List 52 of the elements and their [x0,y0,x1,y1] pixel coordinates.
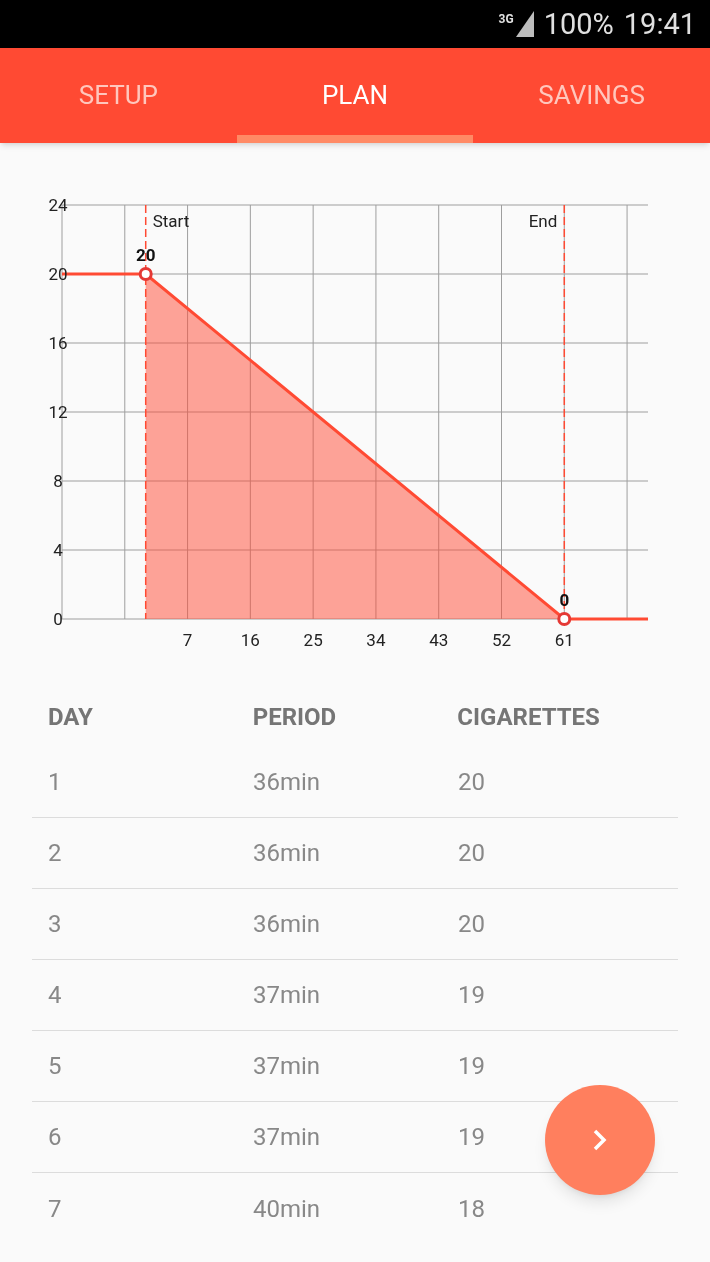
column-header: CIGARETTES [457,702,601,733]
x-tick-label: 34 [366,630,386,650]
data-point [557,612,572,626]
table-cell-text: 20 [458,838,485,869]
clock: 19:41 [623,9,696,39]
point-label: 20 [135,245,156,265]
x-tick-label: 7 [182,630,193,650]
table-cell-text: 40min [253,1193,322,1225]
column-header: PERIOD [252,702,338,733]
tab[interactable]: SETUP [0,48,237,143]
marker-label: Start [152,211,190,231]
column-header: DAY [48,702,94,733]
x-tick-label: 16 [240,630,260,650]
table-cell-text: 2 [48,838,63,869]
marker-label: End [528,211,558,231]
table-cell-text: 19 [458,1122,485,1153]
x-tick-label: 61 [554,630,574,650]
x-tick-label: 25 [303,630,323,650]
table-cell-text: 36min [253,838,322,869]
tab[interactable]: PLAN [236,48,474,143]
table-cell-text: 37min [253,980,322,1011]
table-cell-text: 3 [48,909,63,940]
table-cell-text: 5 [48,1051,63,1082]
table-cell-text: 36min [253,767,322,798]
x-tick-label: 43 [429,630,449,650]
y-tick-label: 20 [48,264,68,284]
data-point [138,267,153,281]
table-cell-text: 18 [458,1193,485,1225]
table-cell-text: 20 [458,909,485,940]
y-tick-label: 16 [48,333,68,353]
table-cell-text: 19 [458,980,485,1011]
network-label: 3G [498,13,514,25]
chevron-right-icon [593,1129,607,1151]
y-tick-label: 12 [48,402,68,422]
table-cell-text: 4 [48,980,63,1011]
y-tick-label: 24 [48,195,68,215]
y-tick-label: 8 [53,471,63,491]
table-cell-text: 37min [253,1051,322,1082]
table-cell-text: 36min [253,909,322,940]
y-tick-label: 0 [53,609,63,629]
table-cell-text: 20 [458,767,485,798]
tab[interactable]: SAVINGS [473,48,710,143]
signal-icon [515,11,534,37]
x-tick-label: 52 [491,630,512,650]
table-cell-text: 19 [458,1051,485,1082]
point-label: 0 [559,590,570,610]
y-tick-label: 4 [53,540,63,560]
table-cell-text: 6 [48,1122,63,1153]
table-cell-text: 37min [253,1122,322,1153]
table-cell-text: 1 [48,767,63,798]
battery-label: 100% [543,9,614,39]
table-cell-text: 7 [48,1193,63,1225]
